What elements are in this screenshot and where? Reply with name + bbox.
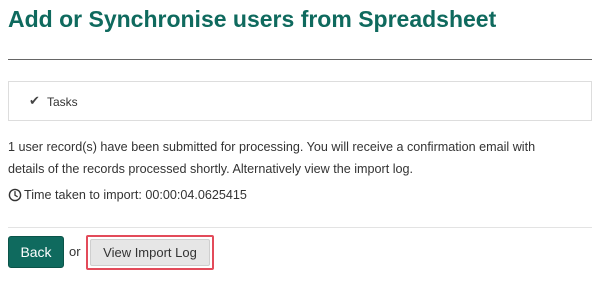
status-message-line-1: 1 user record(s) have been submitted for… bbox=[8, 140, 536, 154]
page-title: Add or Synchronise users from Spreadshee… bbox=[8, 6, 497, 32]
back-button[interactable]: Back bbox=[8, 236, 64, 268]
clock-icon bbox=[8, 188, 22, 202]
import-duration: Time taken to import: 00:00:04.0625415 bbox=[8, 185, 247, 205]
section-divider bbox=[8, 227, 592, 228]
status-message-line-2: details of the records processed shortly… bbox=[8, 162, 414, 176]
or-separator: or bbox=[69, 244, 81, 259]
title-divider bbox=[8, 59, 592, 60]
page: Add or Synchronise users from Spreadshee… bbox=[0, 0, 600, 288]
status-message: 1 user record(s) have been submitted for… bbox=[8, 136, 598, 180]
view-import-log-button[interactable]: View Import Log bbox=[90, 239, 210, 266]
check-icon: ✔ bbox=[29, 93, 40, 108]
import-duration-text: Time taken to import: 00:00:04.0625415 bbox=[24, 188, 247, 202]
tasks-label: Tasks bbox=[47, 95, 78, 109]
tasks-panel[interactable]: ✔ Tasks bbox=[8, 81, 592, 121]
